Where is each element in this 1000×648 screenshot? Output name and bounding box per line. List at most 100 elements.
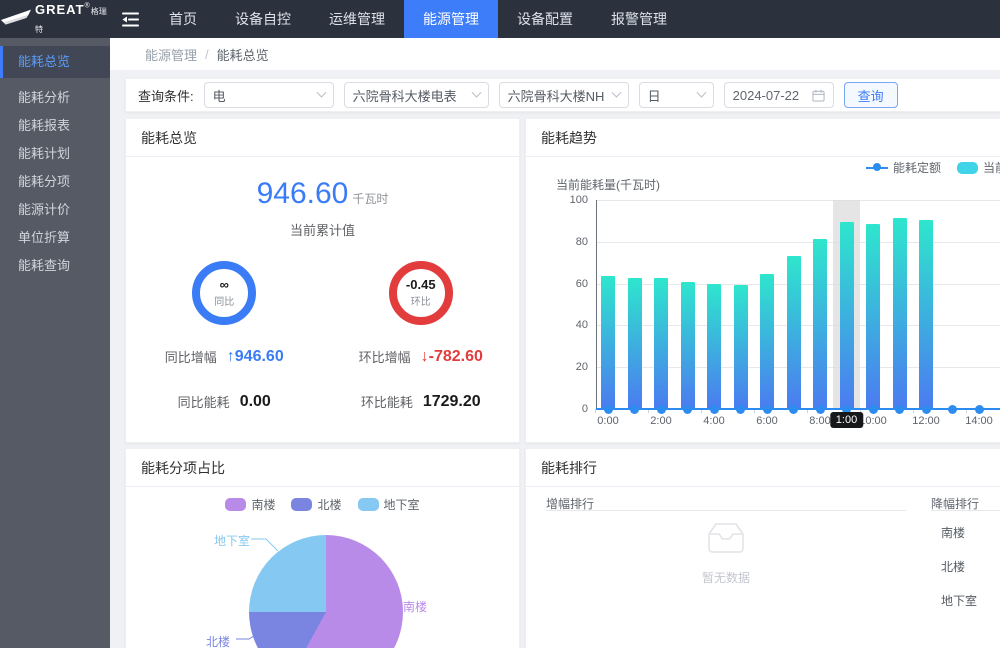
sidebar-item-1[interactable]: 能耗分析: [0, 84, 110, 112]
sidebar-item-4[interactable]: 能耗分项: [0, 168, 110, 196]
breakdown-legend-item-2[interactable]: 地下室: [358, 496, 420, 513]
bar-2:00[interactable]: [654, 278, 668, 409]
bar-11:00[interactable]: [893, 218, 907, 409]
x-tick-0:00: 0:00: [597, 415, 618, 427]
breakdown-legend-item-0[interactable]: 南楼: [225, 496, 275, 513]
mom-energy-row: 环比能耗 1729.20: [361, 392, 481, 411]
quota-dot-1:00: [630, 405, 639, 414]
x-tick-12:00: 12:00: [912, 415, 940, 427]
query-select-value-0: 电: [213, 86, 312, 105]
ranking-panel: 能耗排行 增幅排行 降幅排行 暂无数据 南楼北楼地下室: [525, 448, 1000, 648]
x-tick-14:00: 14:00: [965, 415, 993, 427]
sidebar: 能耗总览能耗分析能耗报表能耗计划能耗分项能源计价单位折算能耗查询: [0, 38, 110, 648]
search-button[interactable]: 查询: [844, 82, 898, 108]
date-picker[interactable]: 2024-07-22: [724, 82, 834, 108]
ranking-down-item-1[interactable]: 北楼: [941, 558, 965, 575]
query-selects: 电 六院骨科大楼电表 六院骨科大楼NH 日: [204, 82, 714, 108]
legend-color-chip: [225, 498, 246, 511]
mom-growth-row: 环比增幅 ↓-782.60: [359, 347, 483, 366]
quota-dot-11:00: [895, 405, 904, 414]
nav-item-4[interactable]: 设备配置: [498, 0, 592, 38]
sidebar-item-2[interactable]: 能耗报表: [0, 112, 110, 140]
x-tick-6:00: 6:00: [756, 415, 777, 427]
query-select-2[interactable]: 六院骨科大楼NH: [499, 82, 629, 108]
overview-total-unit: 千瓦时: [352, 192, 388, 206]
nav-item-5[interactable]: 报警管理: [592, 0, 686, 38]
bar-0:00[interactable]: [601, 276, 615, 409]
bar-10:00[interactable]: [866, 224, 880, 409]
quota-dot-3:00: [683, 405, 692, 414]
bar-4:00[interactable]: [707, 284, 721, 409]
yoy-ring-label: 同比: [214, 293, 234, 308]
chevron-down-icon: [316, 87, 326, 97]
breadcrumb-separator: /: [205, 47, 209, 62]
breadcrumb-parent[interactable]: 能源管理: [145, 45, 197, 64]
ranking-empty-state: 暂无数据: [546, 519, 906, 586]
breakdown-legend: 南楼 北楼地下室: [126, 496, 519, 513]
y-tick-0: 0: [558, 403, 588, 415]
bar-12:00[interactable]: [919, 220, 933, 409]
quota-dot-0:00: [604, 405, 613, 414]
query-select-value-1: 六院骨科大楼电表: [353, 86, 467, 105]
query-select-1[interactable]: 六院骨科大楼电表: [344, 82, 489, 108]
content: 能源管理 / 能耗总览 查询条件: 电六院骨科大楼电表六院骨科大楼NH日 202…: [110, 38, 1000, 648]
breadcrumb-current[interactable]: 能耗总览: [217, 45, 269, 64]
ranking-title: 能耗排行: [526, 449, 1000, 487]
empty-box-icon: [703, 519, 749, 557]
sidebar-item-5[interactable]: 能源计价: [0, 196, 110, 224]
quota-dot-7:00: [789, 405, 798, 414]
breakdown-panel: 能耗分项占比 南楼 北楼地下室 地下室 南楼 北楼: [125, 448, 520, 648]
yoy-energy-value: 0.00: [240, 393, 271, 411]
yoy-column: ∞ 同比 同比增幅 ↑946.60 同比能耗 0.00: [126, 261, 323, 411]
bar-1:00[interactable]: [628, 278, 642, 409]
quota-dot-13:00: [948, 405, 957, 414]
sidebar-item-7[interactable]: 能耗查询: [0, 252, 110, 280]
nav-item-3[interactable]: 能源管理: [404, 0, 498, 38]
bar-8:00[interactable]: [813, 239, 827, 409]
bar-6:00[interactable]: [760, 274, 774, 409]
query-select-0[interactable]: 电: [204, 82, 334, 108]
sidebar-item-0[interactable]: 能耗总览: [0, 46, 110, 78]
trend-chart[interactable]: 0204060801000:002:004:006:008:0010:0012:…: [526, 119, 1000, 443]
quota-dot-14:00: [975, 405, 984, 414]
legend-label: 南楼: [251, 496, 275, 513]
yoy-energy-row: 同比能耗 0.00: [178, 392, 271, 411]
mom-growth-value: ↓-782.60: [421, 348, 483, 366]
breakdown-pie[interactable]: [249, 535, 403, 648]
bar-9:00[interactable]: [840, 222, 854, 409]
y-tick-100: 100: [558, 194, 588, 206]
pie-label-basement: 地下室: [214, 532, 250, 549]
query-select-3[interactable]: 日: [639, 82, 714, 108]
yoy-ring-value: ∞: [220, 278, 229, 292]
ranking-down-item-0[interactable]: 南楼: [941, 524, 965, 541]
nav-item-0[interactable]: 首页: [150, 0, 216, 38]
y-tick-40: 40: [558, 319, 588, 331]
sidebar-item-6[interactable]: 单位折算: [0, 224, 110, 252]
mom-energy-label: 环比能耗: [361, 392, 413, 411]
overview-total-value: 946.60: [257, 177, 349, 210]
overview-total: 946.60千瓦时: [126, 177, 519, 211]
legend-label: 北楼: [317, 496, 341, 513]
sidebar-fold-icon[interactable]: [110, 0, 150, 38]
yoy-ring: ∞ 同比: [192, 261, 256, 325]
overview-caption: 当前累计值: [126, 220, 519, 239]
ranking-down-item-2[interactable]: 地下室: [941, 592, 977, 609]
nav-item-2[interactable]: 运维管理: [310, 0, 404, 38]
legend-color-chip: [291, 498, 312, 511]
breakdown-legend-item-1[interactable]: 北楼: [291, 496, 341, 513]
quota-dot-10:00: [869, 405, 878, 414]
quota-dot-12:00: [922, 405, 931, 414]
x-tick-8:00: 8:00: [809, 415, 830, 427]
breakdown-title: 能耗分项占比: [126, 449, 519, 487]
gridline-80: [596, 242, 1000, 243]
pie-label-north: 北楼: [206, 633, 230, 648]
quota-dot-4:00: [710, 405, 719, 414]
bar-5:00[interactable]: [734, 285, 748, 409]
bar-7:00[interactable]: [787, 256, 801, 409]
yoy-energy-label: 同比能耗: [178, 392, 230, 411]
bar-3:00[interactable]: [681, 282, 695, 409]
nav-item-1[interactable]: 设备自控: [216, 0, 310, 38]
mom-energy-value: 1729.20: [423, 393, 481, 411]
overview-compare-grid: ∞ 同比 同比增幅 ↑946.60 同比能耗 0.00 -0.45: [126, 261, 519, 411]
sidebar-item-3[interactable]: 能耗计划: [0, 140, 110, 168]
